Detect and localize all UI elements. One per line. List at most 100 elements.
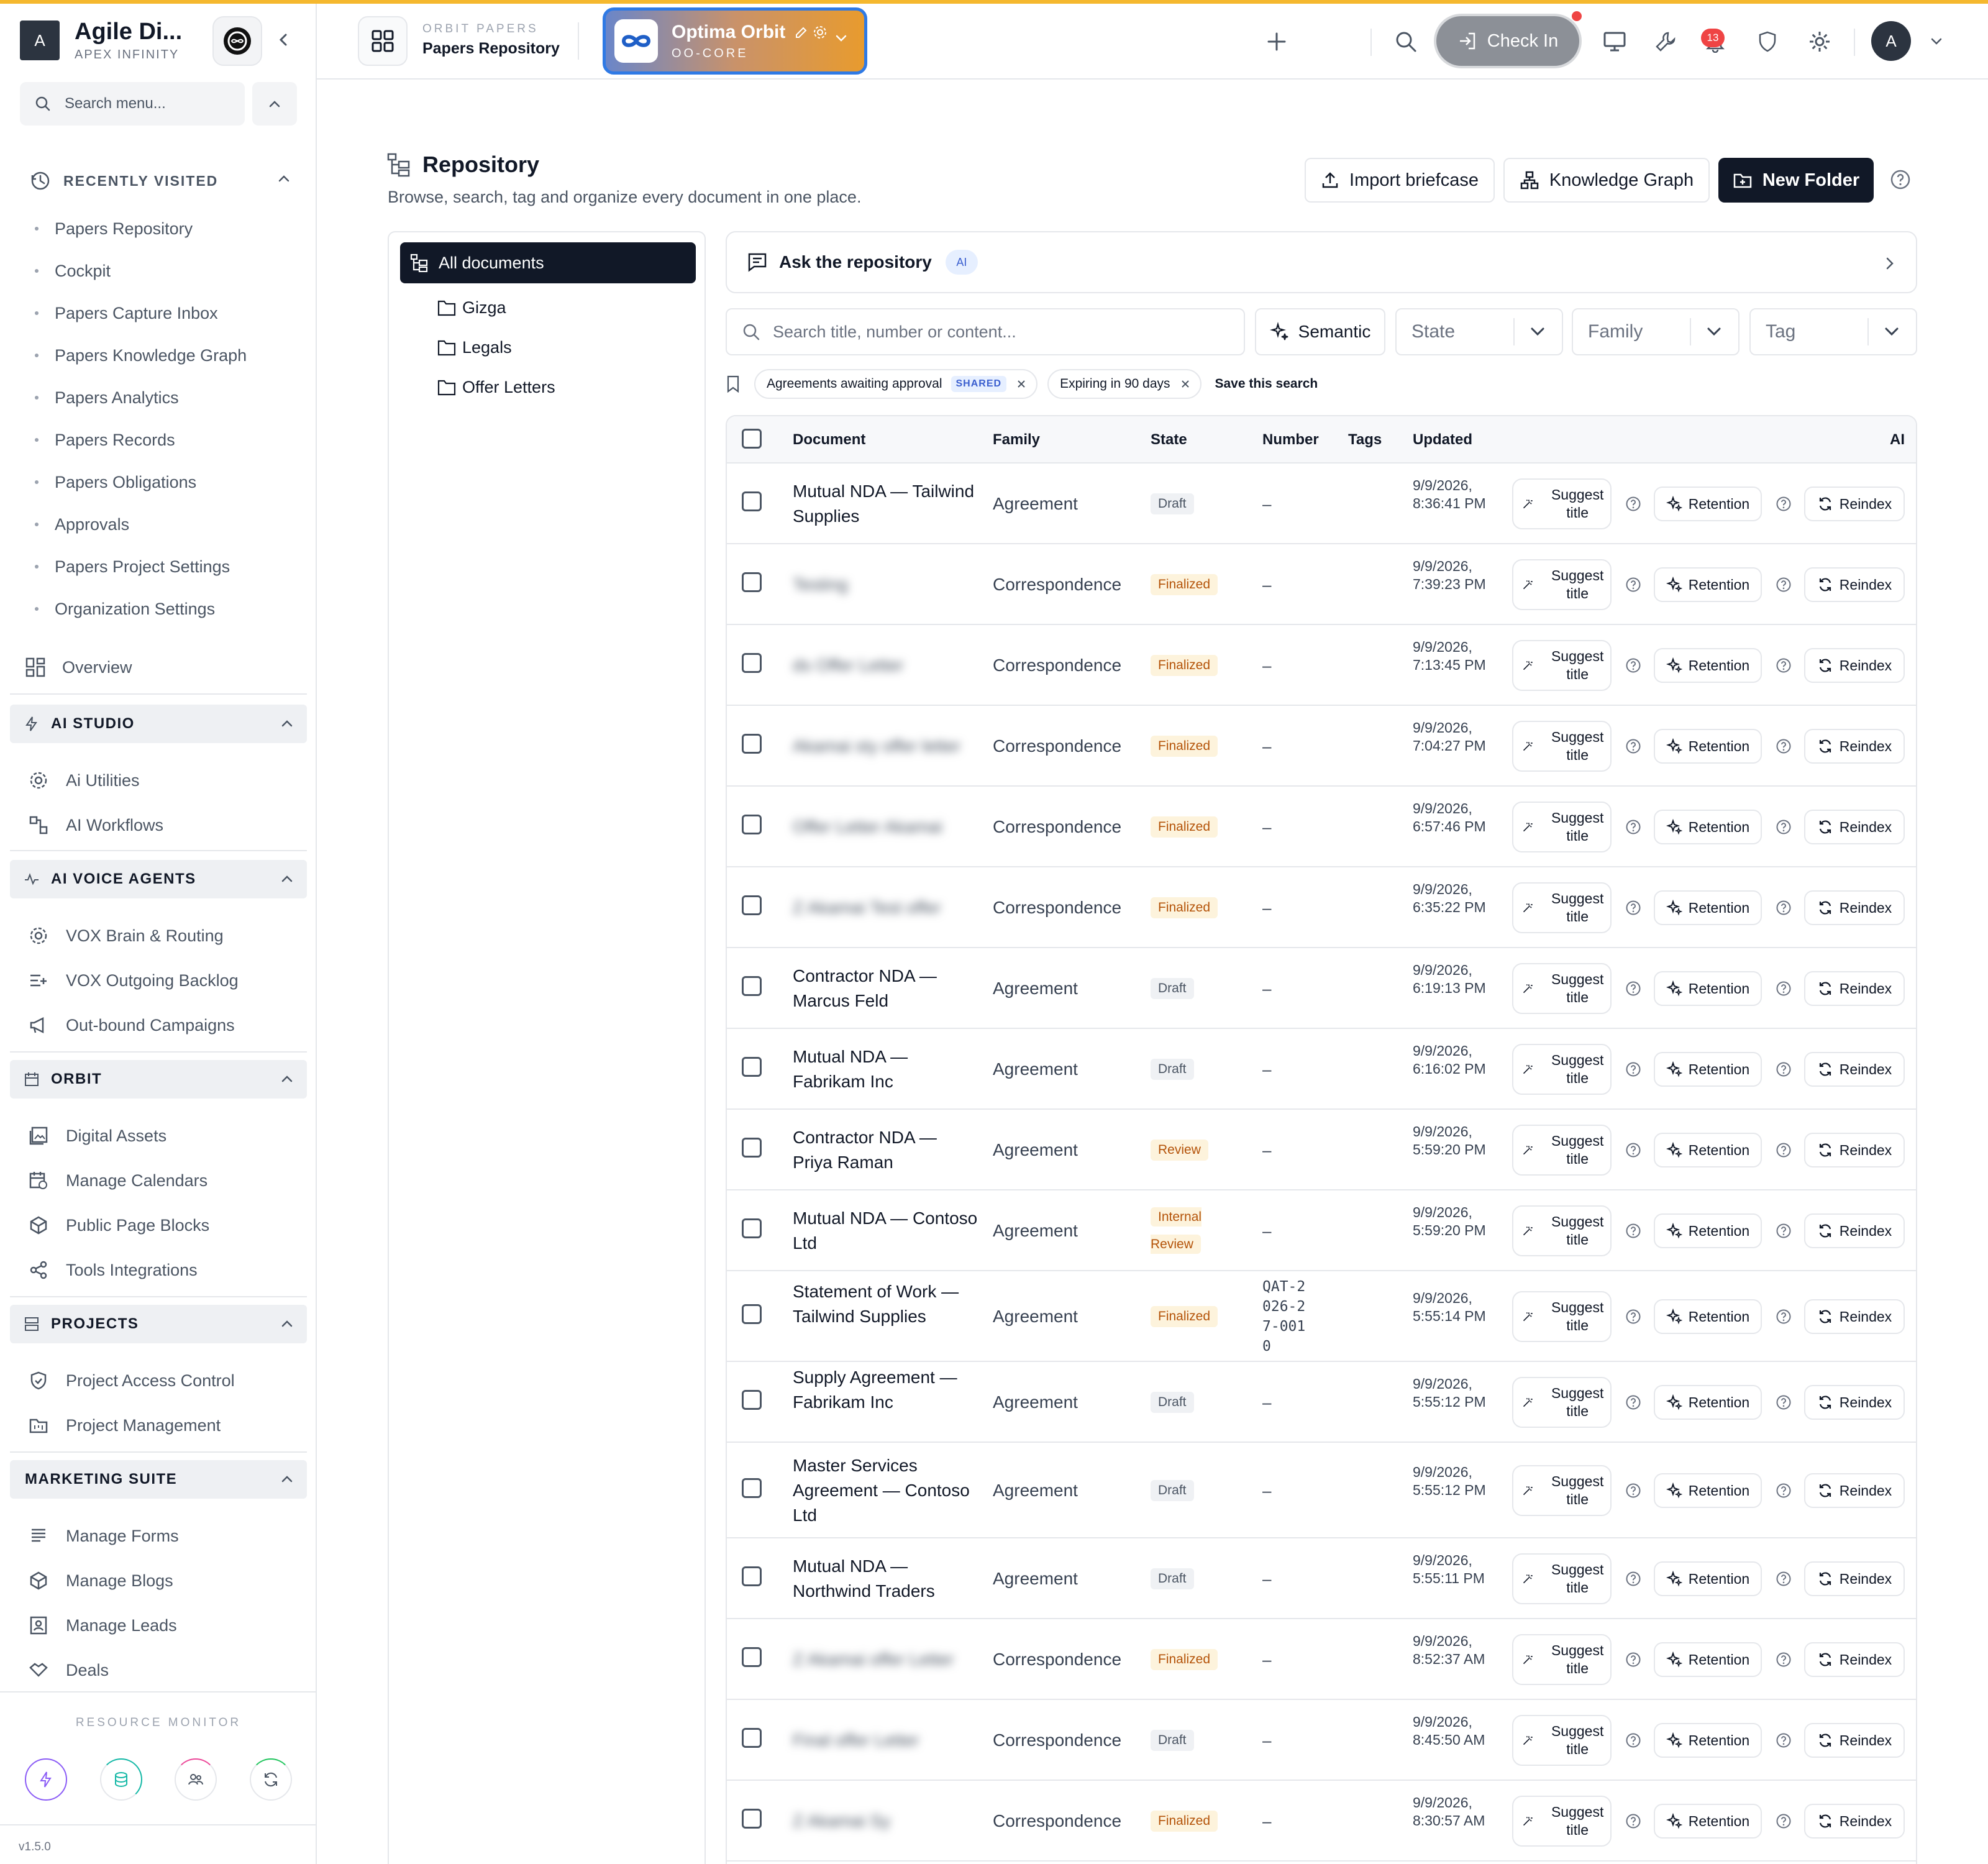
help-icon[interactable] [1776,577,1792,593]
folder-item[interactable]: Gizga [437,292,506,323]
row-checkbox[interactable] [742,1647,762,1667]
document-search-input[interactable]: Search title, number or content... [726,308,1245,355]
help-icon[interactable] [1776,819,1792,835]
row-checkbox[interactable] [742,1728,762,1748]
table-row[interactable]: Statement of Work — Tailwind Supplies Agr… [727,1271,1916,1362]
column-document[interactable]: Document [793,431,865,449]
sidebar-item-tools-integrations[interactable]: Tools Integrations [29,1253,198,1287]
row-checkbox[interactable] [742,572,762,592]
reindex-button[interactable]: Reindex [1804,1642,1905,1677]
suggest-title-button[interactable]: Suggest title [1512,1634,1612,1685]
help-icon[interactable] [1625,819,1641,835]
suggest-title-button[interactable]: Suggest title [1512,1553,1612,1604]
column-updated[interactable]: Updated [1413,431,1472,449]
storage-dial[interactable] [99,1758,142,1801]
tag-filter-select[interactable]: Tag [1749,308,1917,355]
sidebar-item-project-access-control[interactable]: Project Access Control [29,1363,235,1398]
help-icon[interactable] [1625,1061,1641,1077]
state-filter-select[interactable]: State [1395,308,1563,355]
suggest-title-button[interactable]: Suggest title [1512,1205,1612,1256]
sidebar-item-vox-brain[interactable]: VOX Brain & Routing [29,918,224,953]
sidebar-item-manage-forms[interactable]: Manage Forms [29,1519,179,1553]
help-icon[interactable] [1776,1142,1792,1158]
retention-button[interactable]: Retention [1654,1052,1762,1087]
retention-button[interactable]: Retention [1654,971,1762,1006]
table-row[interactable]: Final offer Letter Correspondence Draft – 9/… [727,1700,1916,1781]
reindex-button[interactable]: Reindex [1804,1213,1905,1248]
brand[interactable]: A Agile Di... APEX INFINITY [20,19,182,62]
retention-button[interactable]: Retention [1654,1642,1762,1677]
row-checkbox[interactable] [742,491,762,511]
section-ai-studio[interactable]: AI STUDIO [10,705,307,743]
sidebar-item-vox-backlog[interactable]: VOX Outgoing Backlog [29,963,239,998]
row-checkbox[interactable] [742,1390,762,1410]
help-icon[interactable] [1776,1309,1792,1325]
table-row[interactable]: Offer Letter Akamai Correspondence Finaliz… [727,787,1916,867]
help-icon[interactable] [1625,900,1641,916]
retention-button[interactable]: Retention [1654,890,1762,925]
reindex-button[interactable]: Reindex [1804,1561,1905,1596]
suggest-title-button[interactable]: Suggest title [1512,1044,1612,1095]
help-icon[interactable] [1625,1732,1641,1748]
chevron-down-icon[interactable] [1921,26,1952,57]
help-icon[interactable] [1776,496,1792,512]
document-title[interactable]: Supply Agreement — Fabrikam Inc [793,1365,979,1415]
suggest-title-button[interactable]: Suggest title [1512,882,1612,933]
help-icon[interactable] [1625,496,1641,512]
row-checkbox[interactable] [742,1057,762,1077]
help-icon[interactable] [1776,980,1792,997]
document-title[interactable]: Testing [793,572,979,597]
column-number[interactable]: Number [1262,431,1319,449]
retention-button[interactable]: Retention [1654,1723,1762,1758]
add-icon[interactable] [1261,26,1292,57]
table-row[interactable]: Contractor NDA — Priya Raman Agreement Rev… [727,1110,1916,1190]
help-icon[interactable] [1625,1571,1641,1587]
section-projects[interactable]: PROJECTS [10,1305,307,1343]
document-title[interactable]: Contractor NDA — Marcus Feld [793,964,979,1013]
table-row[interactable]: Supply Agreement — Fabrikam Inc Agreement… [727,1362,1916,1443]
help-icon[interactable] [1890,169,1911,190]
sync-dial[interactable] [249,1758,292,1801]
select-all-checkbox[interactable] [742,429,762,449]
suggest-title-button[interactable]: Suggest title [1512,1796,1612,1847]
close-icon[interactable] [1016,379,1026,389]
recent-item[interactable]: Papers Analytics [35,377,247,419]
row-checkbox[interactable] [742,1218,762,1238]
help-icon[interactable] [1625,1652,1641,1668]
new-folder-button[interactable]: New Folder [1718,158,1874,203]
check-in-button[interactable]: Check In [1436,16,1579,66]
ask-repository-bar[interactable]: Ask the repository AI [726,231,1917,293]
folder-item[interactable]: Offer Letters [437,372,555,403]
table-row[interactable]: Mutual NDA — Northwind Traders Agreement D… [727,1538,1916,1619]
retention-button[interactable]: Retention [1654,1804,1762,1839]
row-checkbox[interactable] [742,1304,762,1324]
row-checkbox[interactable] [742,1478,762,1498]
recent-item[interactable]: Organization Settings [35,588,247,630]
reindex-button[interactable]: Reindex [1804,1473,1905,1508]
semantic-search-toggle[interactable]: Semantic [1255,308,1385,355]
retention-button[interactable]: Retention [1654,1473,1762,1508]
help-icon[interactable] [1776,1061,1792,1077]
gear-icon[interactable] [813,25,828,40]
help-icon[interactable] [1625,738,1641,754]
retention-button[interactable]: Retention [1654,1299,1762,1334]
help-icon[interactable] [1625,657,1641,674]
retention-button[interactable]: Retention [1654,487,1762,521]
retention-button[interactable]: Retention [1654,729,1762,764]
help-icon[interactable] [1776,1571,1792,1587]
help-icon[interactable] [1625,1394,1641,1410]
table-row[interactable]: Contractor NDA — Marcus Feld Agreement Dra… [727,948,1916,1029]
document-title[interactable]: Offer Letter Akamai [793,815,979,839]
document-title[interactable]: Z Akamai Sy [793,1809,979,1834]
help-icon[interactable] [1625,1142,1641,1158]
collapse-sidebar-icon[interactable] [277,32,290,47]
app-switcher-button[interactable] [358,16,408,66]
help-icon[interactable] [1776,1394,1792,1410]
row-checkbox[interactable] [742,734,762,754]
document-title[interactable]: Mutual NDA — Fabrikam Inc [793,1044,979,1094]
reindex-button[interactable]: Reindex [1804,1804,1905,1839]
sidebar-item-manage-blogs[interactable]: Manage Blogs [29,1563,173,1598]
recent-item[interactable]: Approvals [35,503,247,546]
table-row[interactable]: Z Akamai offer Letter Correspondence Final… [727,1619,1916,1700]
users-dial[interactable] [175,1758,217,1801]
